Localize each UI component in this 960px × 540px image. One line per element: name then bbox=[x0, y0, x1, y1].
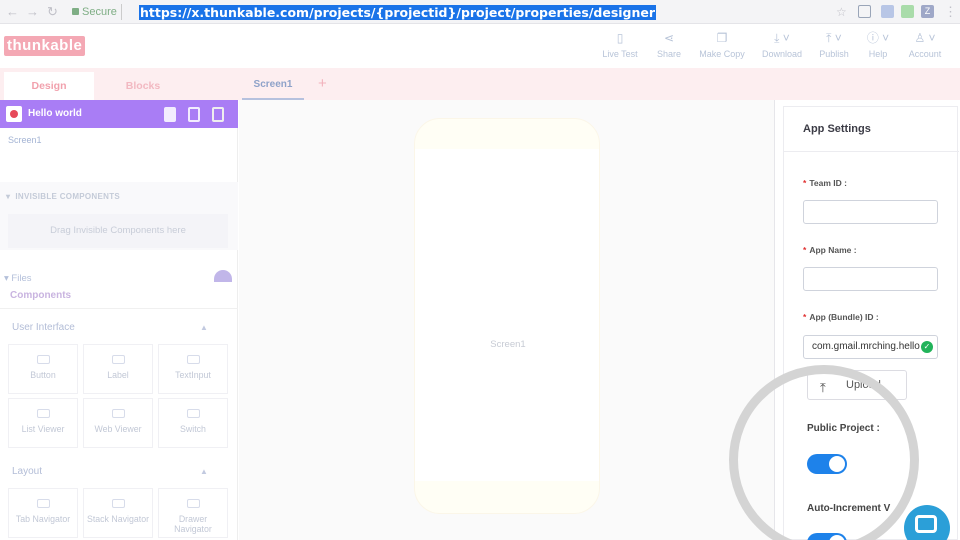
project-header: Hello world bbox=[0, 100, 238, 128]
download-button[interactable]: ⤓ ˅ Download bbox=[760, 30, 804, 59]
tablet-view-icon[interactable] bbox=[164, 107, 176, 122]
button-icon bbox=[36, 355, 50, 364]
divider bbox=[0, 308, 238, 309]
required-marker: * bbox=[803, 178, 807, 188]
browser-toolbar: ← → ↻ Secure https://x.thunkable.com/pro… bbox=[0, 0, 960, 24]
phone-view-icon[interactable] bbox=[188, 107, 200, 122]
invisible-components-title[interactable]: ▾ INVISIBLE COMPONENTS bbox=[6, 192, 120, 201]
invisible-drop-zone[interactable]: Drag Invisible Components here bbox=[8, 214, 228, 248]
web-viewer-icon bbox=[111, 409, 125, 418]
list-icon bbox=[36, 409, 50, 418]
share-icon: ⋖ bbox=[663, 31, 675, 45]
extension-z-icon[interactable]: Z bbox=[921, 5, 934, 18]
stack-navigator-icon bbox=[111, 499, 125, 508]
bundle-id-value: com.gmail.mrching.hello bbox=[812, 341, 920, 352]
components-title: Components bbox=[10, 290, 72, 301]
tab-navigator-icon bbox=[36, 499, 50, 508]
phone-preview[interactable]: Screen1 bbox=[414, 118, 600, 514]
files-add-icon[interactable] bbox=[214, 270, 232, 282]
lock-icon bbox=[72, 8, 79, 15]
download-icon: ⤓ ˅ bbox=[774, 31, 790, 45]
thunkable-logo[interactable]: thunkable bbox=[4, 36, 86, 56]
component-label[interactable]: Label bbox=[83, 344, 153, 394]
chevron-up-icon[interactable]: ▲ bbox=[200, 467, 208, 476]
extension-green-icon[interactable] bbox=[901, 5, 914, 18]
forward-icon[interactable]: → bbox=[26, 3, 39, 21]
phone-outline-view-icon[interactable] bbox=[212, 107, 224, 122]
help-icon: ⓘ ˅ bbox=[866, 31, 890, 45]
team-id-input[interactable] bbox=[803, 200, 938, 224]
secure-badge[interactable]: Secure bbox=[68, 4, 122, 20]
app-settings-title: App Settings bbox=[803, 123, 871, 135]
textinput-icon bbox=[186, 355, 200, 364]
app-name-input[interactable] bbox=[803, 267, 938, 291]
tree-item-screen1[interactable]: Screen1 bbox=[8, 134, 429, 262]
app-name-label: * App Name : bbox=[803, 245, 857, 255]
help-button[interactable]: ⓘ ˅ Help bbox=[864, 30, 892, 59]
cast-icon[interactable] bbox=[858, 5, 871, 18]
highlight-circle bbox=[729, 365, 919, 540]
make-copy-button[interactable]: ❐ Make Copy bbox=[698, 30, 746, 59]
tab-design[interactable]: Design bbox=[4, 72, 94, 100]
copy-icon: ❐ bbox=[716, 31, 728, 45]
drawer-navigator-icon bbox=[186, 499, 200, 508]
chat-icon bbox=[915, 515, 937, 533]
project-name: Hello world bbox=[28, 108, 82, 119]
app-header: thunkable ▯ Live Test ⋖ Share ❐ Make Copy ⤓… bbox=[0, 24, 960, 68]
add-screen-button[interactable]: + bbox=[318, 76, 327, 92]
label-icon bbox=[111, 355, 125, 364]
required-marker: * bbox=[803, 312, 807, 322]
switch-icon bbox=[186, 409, 200, 418]
phone-icon: ▯ bbox=[616, 31, 624, 45]
project-icon bbox=[6, 106, 22, 122]
live-test-button[interactable]: ▯ Live Test bbox=[602, 30, 638, 59]
bundle-id-input[interactable]: com.gmail.mrching.hello ✓ bbox=[803, 335, 938, 359]
group-title-layout[interactable]: Layout bbox=[12, 466, 42, 477]
share-button[interactable]: ⋖ Share bbox=[654, 30, 684, 59]
tab-blocks[interactable]: Blocks bbox=[98, 72, 188, 100]
check-circle-icon: ✓ bbox=[921, 341, 933, 353]
component-textinput[interactable]: TextInput bbox=[158, 344, 228, 394]
bookmark-star-icon[interactable]: ☆ bbox=[836, 3, 847, 21]
component-list-viewer[interactable]: List Viewer bbox=[8, 398, 78, 448]
required-marker: * bbox=[803, 245, 807, 255]
browser-menu-icon[interactable]: ⋮ bbox=[944, 3, 957, 21]
phone-screen[interactable]: Screen1 bbox=[415, 149, 599, 481]
secure-label: Secure bbox=[82, 6, 117, 18]
account-icon: ♙ ˅ bbox=[914, 31, 936, 45]
extension-icon[interactable] bbox=[881, 5, 894, 18]
component-web-viewer[interactable]: Web Viewer bbox=[83, 398, 153, 448]
tab-screen1[interactable]: Screen1 bbox=[242, 72, 304, 100]
team-id-label: * Team ID : bbox=[803, 178, 847, 188]
publish-icon: ⤒ ˅ bbox=[826, 31, 842, 45]
divider bbox=[784, 151, 959, 152]
account-button[interactable]: ♙ ˅ Account bbox=[906, 30, 944, 59]
chevron-up-icon[interactable]: ▲ bbox=[200, 323, 208, 332]
screen-label: Screen1 bbox=[490, 339, 526, 350]
component-tab-navigator[interactable]: Tab Navigator bbox=[8, 488, 78, 538]
files-toggle[interactable]: ▾ Files bbox=[4, 273, 31, 284]
publish-button[interactable]: ⤒ ˅ Publish bbox=[816, 30, 852, 59]
group-title-user-interface[interactable]: User Interface bbox=[12, 322, 75, 333]
component-button[interactable]: Button bbox=[8, 344, 78, 394]
component-drawer-navigator[interactable]: Drawer Navigator bbox=[158, 488, 228, 538]
reload-icon[interactable]: ↻ bbox=[47, 3, 58, 21]
editor-tabbar: Design Blocks Screen1 + bbox=[0, 68, 960, 100]
bundle-id-label: * App (Bundle) ID : bbox=[803, 312, 879, 322]
address-bar-url[interactable]: https://x.thunkable.com/projects/{projec… bbox=[139, 5, 657, 20]
back-icon[interactable]: ← bbox=[6, 3, 19, 21]
component-switch[interactable]: Switch bbox=[158, 398, 228, 448]
component-stack-navigator[interactable]: Stack Navigator bbox=[83, 488, 153, 538]
